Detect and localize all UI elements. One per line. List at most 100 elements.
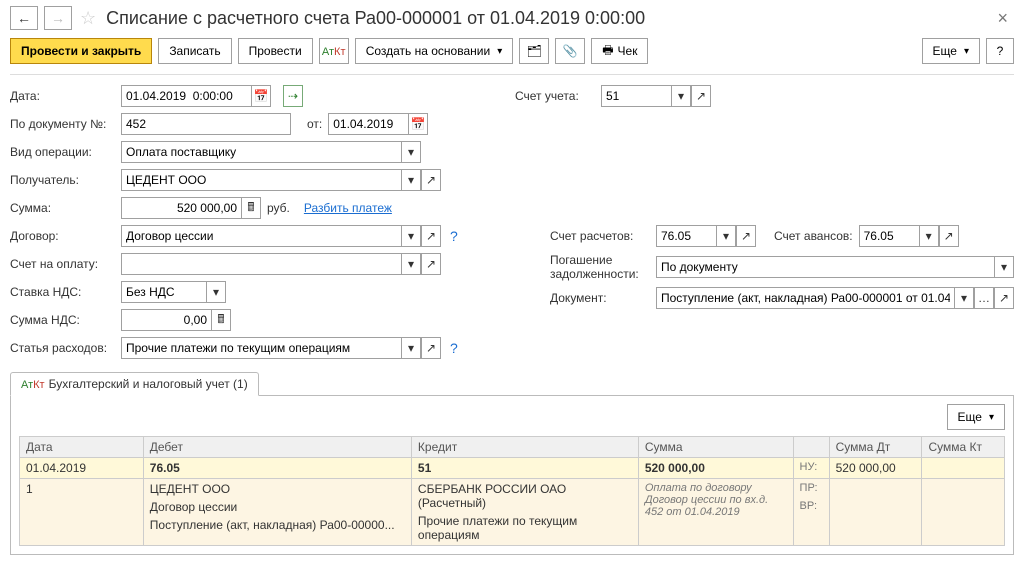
- date-label: Дата:: [10, 89, 115, 103]
- expense-drop-button[interactable]: ▾: [401, 337, 421, 359]
- col-sum: Сумма: [638, 437, 793, 458]
- sum-input[interactable]: [121, 197, 241, 219]
- open-icon: ↗: [426, 173, 436, 187]
- attach-button[interactable]: 📎: [555, 38, 585, 64]
- cell-debit: 76.05: [143, 458, 411, 479]
- document-open-button[interactable]: ↗: [994, 287, 1014, 309]
- calculator-icon: 🖩: [247, 198, 254, 219]
- arrow-right-icon: →: [51, 10, 65, 26]
- account-drop-button[interactable]: ▾: [671, 85, 691, 107]
- open-icon: ↗: [426, 341, 436, 355]
- invoice-drop-button[interactable]: ▾: [401, 253, 421, 275]
- invoice-open-button[interactable]: ↗: [421, 253, 441, 275]
- structure-button[interactable]: 🗂: [519, 38, 549, 64]
- document-input[interactable]: [656, 287, 954, 309]
- printer-icon: 🖶: [602, 41, 613, 62]
- debt-drop-button[interactable]: ▾: [994, 256, 1014, 278]
- from-label: от:: [307, 117, 322, 131]
- contract-help[interactable]: ?: [450, 228, 458, 244]
- calc-acc-drop-button[interactable]: ▾: [716, 225, 736, 247]
- date-input[interactable]: [121, 85, 251, 107]
- optype-input[interactable]: [121, 141, 401, 163]
- save-button[interactable]: Записать: [158, 38, 231, 64]
- cell-credit-detail: СБЕРБАНК РОССИИ ОАО (Расчетный) Прочие п…: [411, 479, 638, 546]
- docnum-input[interactable]: [121, 113, 291, 135]
- contract-drop-button[interactable]: ▾: [401, 225, 421, 247]
- calc-acc-input[interactable]: [656, 225, 716, 247]
- document-label: Документ:: [550, 291, 650, 305]
- document-more-button[interactable]: …: [974, 287, 994, 309]
- chevron-down-icon: ▾: [213, 285, 219, 299]
- split-payment-link[interactable]: Разбить платеж: [304, 201, 392, 215]
- from-date-input[interactable]: [328, 113, 408, 135]
- tab-accounting[interactable]: АтКт Бухгалтерский и налоговый учет (1): [10, 372, 259, 396]
- payee-open-button[interactable]: ↗: [421, 169, 441, 191]
- chevron-down-icon: ▾: [961, 291, 967, 305]
- adv-acc-open-button[interactable]: ↗: [939, 225, 959, 247]
- expense-input[interactable]: [121, 337, 401, 359]
- help-button[interactable]: ?: [986, 38, 1014, 64]
- contract-open-button[interactable]: ↗: [421, 225, 441, 247]
- favorite-star-icon[interactable]: ☆: [80, 8, 96, 29]
- account-label: Счет учета:: [515, 89, 595, 103]
- dt-kt-button[interactable]: АтКт: [319, 38, 349, 64]
- account-input[interactable]: [601, 85, 671, 107]
- chevron-down-icon: ▾: [408, 229, 414, 243]
- table-row[interactable]: 1 ЦЕДЕНТ ООО Договор цессии Поступление …: [20, 479, 1005, 546]
- cell-sum-detail: Оплата по договору Договор цессии по вх.…: [638, 479, 793, 546]
- debt-label: Погашение задолженности:: [550, 253, 650, 281]
- cell-sum: 520 000,00: [638, 458, 793, 479]
- account-open-button[interactable]: ↗: [691, 85, 711, 107]
- cell-sum-dt: 520 000,00: [829, 458, 922, 479]
- postings-more-button[interactable]: Еще: [947, 404, 1005, 430]
- create-based-on-button[interactable]: Создать на основании: [355, 38, 514, 64]
- invoice-input[interactable]: [121, 253, 401, 275]
- vat-sum-label: Сумма НДС:: [10, 313, 115, 327]
- cell-date: 01.04.2019: [20, 458, 144, 479]
- adv-acc-drop-button[interactable]: ▾: [919, 225, 939, 247]
- table-row[interactable]: 01.04.2019 76.05 51 520 000,00 НУ: 520 0…: [20, 458, 1005, 479]
- col-credit: Кредит: [411, 437, 638, 458]
- calendar-icon: 📅: [254, 89, 269, 103]
- payee-input[interactable]: [121, 169, 401, 191]
- payee-drop-button[interactable]: ▾: [401, 169, 421, 191]
- vat-rate-drop-button[interactable]: ▾: [206, 281, 226, 303]
- more-button[interactable]: Еще: [922, 38, 980, 64]
- col-sum-dt: Сумма Дт: [829, 437, 922, 458]
- document-drop-button[interactable]: ▾: [954, 287, 974, 309]
- vat-sum-input[interactable]: [121, 309, 211, 331]
- expense-open-button[interactable]: ↗: [421, 337, 441, 359]
- chevron-down-icon: ▾: [408, 257, 414, 271]
- cheque-button[interactable]: 🖶Чек: [591, 38, 648, 64]
- open-icon: ↗: [426, 257, 436, 271]
- dt-kt-icon: АтКт: [21, 377, 45, 391]
- date-open-button[interactable]: ⇢: [283, 85, 303, 107]
- expense-help[interactable]: ?: [450, 340, 458, 356]
- optype-drop-button[interactable]: ▾: [401, 141, 421, 163]
- open-icon: ↗: [741, 229, 751, 243]
- chevron-down-icon: ▾: [926, 229, 932, 243]
- sum-label: Сумма:: [10, 201, 115, 215]
- forward-button[interactable]: →: [44, 6, 72, 30]
- cell-num: 1: [20, 479, 144, 546]
- currency-label: руб.: [267, 201, 290, 215]
- postings-table: Дата Дебет Кредит Сумма Сумма Дт Сумма К…: [19, 436, 1005, 546]
- adv-acc-input[interactable]: [859, 225, 919, 247]
- sum-calc-button[interactable]: 🖩: [241, 197, 261, 219]
- dt-kt-icon: АтКт: [322, 44, 346, 58]
- post-button[interactable]: Провести: [238, 38, 313, 64]
- open-icon: ↗: [944, 229, 954, 243]
- debt-input[interactable]: [656, 256, 994, 278]
- post-and-close-button[interactable]: Провести и закрыть: [10, 38, 152, 64]
- vat-rate-input[interactable]: [121, 281, 206, 303]
- from-date-calendar-button[interactable]: 📅: [408, 113, 428, 135]
- calc-acc-label: Счет расчетов:: [550, 229, 650, 243]
- date-calendar-button[interactable]: 📅: [251, 85, 271, 107]
- calc-acc-open-button[interactable]: ↗: [736, 225, 756, 247]
- cell-prvr: ПР: ВР:: [793, 479, 829, 546]
- close-button[interactable]: ×: [991, 8, 1014, 29]
- contract-input[interactable]: [121, 225, 401, 247]
- calculator-icon: 🖩: [217, 310, 224, 331]
- vat-sum-calc-button[interactable]: 🖩: [211, 309, 231, 331]
- back-button[interactable]: ←: [10, 6, 38, 30]
